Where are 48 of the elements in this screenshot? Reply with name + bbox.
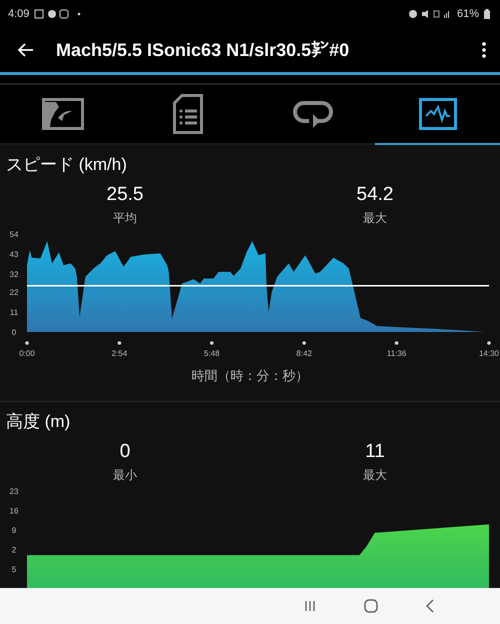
x-tick-dot — [394, 341, 398, 345]
stat-label: 最大 — [363, 467, 387, 484]
recent-apps-icon[interactable] — [304, 600, 316, 612]
map-icon — [42, 98, 84, 130]
x-tick-label: 5:48 — [204, 349, 220, 358]
x-tick-label: 8:42 — [296, 349, 312, 358]
y-tick-label: 22 — [10, 288, 18, 298]
stat-value: 11 — [365, 441, 385, 463]
y-tick-label: 5 — [12, 565, 16, 574]
clock-time: 4:09 — [8, 8, 30, 20]
y-tick-label: 2 — [12, 546, 16, 554]
battery-icon — [484, 9, 490, 19]
x-tick-dot — [487, 341, 491, 345]
stat-value: 0 — [120, 441, 130, 463]
system-status-icons-drawing — [408, 9, 452, 19]
x-tick-dot — [118, 341, 122, 345]
x-tick-dot — [210, 341, 214, 345]
activity-title: Mach5/5.5 ISonic63 N1/slr30.5㌢#0 — [56, 40, 350, 60]
loop-arrow-icon — [292, 99, 332, 129]
x-tick-label: 14:30 — [478, 349, 500, 358]
document-list-icon — [172, 94, 202, 134]
axis-label: 時間（時：分：秒） — [192, 367, 308, 385]
battery-percentage: 61% — [456, 8, 479, 20]
section-title: スピード (km/h) — [5, 154, 127, 176]
y-tick-label: 0 — [12, 328, 16, 337]
y-tick-label: 11 — [10, 308, 18, 318]
y-tick-label: 32 — [10, 270, 18, 279]
y-tick-label: 9 — [12, 526, 16, 535]
back-icon[interactable] — [426, 599, 434, 613]
home-icon[interactable] — [364, 599, 378, 613]
y-tick-label: 43 — [10, 250, 18, 259]
section-title: 高度 (m) — [5, 411, 70, 433]
y-tick-label: 54 — [10, 230, 18, 239]
y-tick-label: 23 — [10, 487, 18, 496]
x-tick-dot — [25, 341, 29, 345]
x-tick-label: 2:54 — [112, 349, 128, 358]
x-tick-dot — [302, 341, 306, 345]
stat-value: 25.5 — [106, 184, 144, 206]
y-tick-label: 16 — [10, 506, 18, 516]
x-tick-label: 0:00 — [19, 349, 35, 358]
stat-label: 平均 — [113, 210, 137, 227]
stat-label: 最小 — [113, 467, 137, 484]
activity-chart-icon — [418, 98, 456, 130]
back-arrow-icon[interactable] — [18, 43, 34, 57]
stat-value: 54.2 — [356, 184, 394, 206]
x-tick-label: 11:36 — [386, 349, 406, 358]
stat-label: 最大 — [363, 210, 387, 227]
more-options-icon[interactable] — [482, 42, 486, 58]
